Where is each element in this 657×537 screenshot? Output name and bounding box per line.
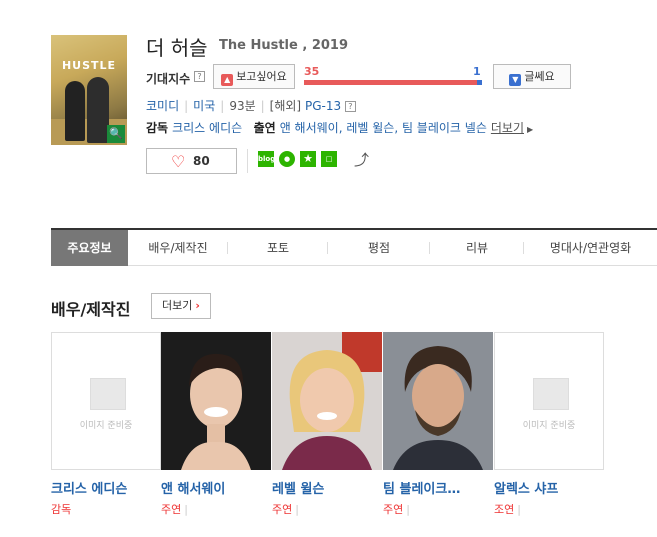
- runtime: 93분: [229, 99, 256, 113]
- person-card[interactable]: 레벨 윌슨 주연 |: [272, 332, 383, 517]
- tab-review[interactable]: 리뷰: [430, 230, 524, 266]
- person-name[interactable]: 팀 블레이크…: [383, 478, 494, 497]
- tab-photo[interactable]: 포토: [228, 230, 328, 266]
- person-card[interactable]: 이미지 준비중 알렉스 샤프 조연 |: [494, 332, 605, 517]
- person-photo: [272, 332, 382, 470]
- rating-prefix: [해외]: [269, 99, 302, 113]
- section-title: 배우/제작진: [51, 300, 131, 319]
- movie-title-english: The Hustle , 2019: [219, 38, 348, 53]
- cast-label: 출연: [253, 121, 276, 135]
- genre-link[interactable]: 코미디: [146, 99, 179, 113]
- tab-cast[interactable]: 배우/제작진: [128, 230, 228, 266]
- person-name[interactable]: 레벨 윌슨: [272, 478, 383, 497]
- person-name[interactable]: 알렉스 샤프: [494, 478, 605, 497]
- divider: [247, 149, 248, 173]
- person-photo: [383, 332, 493, 470]
- thumbs-down-icon: ▼: [509, 74, 522, 86]
- expectation-bar: [304, 80, 482, 85]
- person-card[interactable]: 팀 블레이크… 주연 |: [383, 332, 494, 517]
- country-link[interactable]: 미국: [193, 99, 215, 113]
- rating-link[interactable]: PG-13: [305, 99, 341, 113]
- heart-icon: ♡: [171, 152, 186, 171]
- help-icon[interactable]: ?: [194, 71, 205, 82]
- not-sure-button[interactable]: ▼ 글쎄요: [493, 64, 571, 89]
- blog-share-icon[interactable]: blog: [258, 151, 275, 167]
- tab-main-info[interactable]: 주요정보: [51, 230, 128, 266]
- person-photo: [161, 332, 271, 470]
- poster-figure: [87, 77, 109, 143]
- chevron-right-icon: ▶: [527, 125, 534, 134]
- person-role: 감독: [51, 503, 72, 516]
- person-name[interactable]: 크리스 에디슨: [51, 478, 162, 497]
- poster-title-text: HUSTLE: [61, 59, 117, 72]
- star-share-icon[interactable]: ★: [300, 151, 316, 167]
- thumbs-up-icon: ▲: [221, 74, 234, 86]
- crew-line: 감독 크리스 에디슨 출연 앤 해서웨이, 레벨 윌슨, 팀 블레이크 넬슨 더보기 ▶: [146, 119, 533, 136]
- chevron-right-icon: ›: [195, 299, 200, 312]
- no-count: 1: [473, 65, 481, 78]
- person-role: 조연 |: [494, 503, 521, 516]
- want-count: 35: [304, 65, 320, 78]
- person-card[interactable]: 앤 해서웨이 주연 |: [161, 332, 272, 517]
- like-button[interactable]: ♡ 80: [146, 148, 237, 174]
- tab-rating[interactable]: 평점: [328, 230, 430, 266]
- cast-links[interactable]: 앤 해서웨이, 레벨 윌슨, 팀 블레이크 넬슨: [280, 121, 487, 135]
- no-label: 글쎄요: [524, 70, 555, 83]
- movie-title: 더 허슬: [146, 36, 208, 60]
- tab-quotes[interactable]: 명대사/연관영화: [524, 230, 657, 266]
- director-label: 감독: [146, 121, 169, 135]
- person-name[interactable]: 앤 해서웨이: [161, 478, 272, 497]
- noimage-label: 이미지 준비중: [79, 421, 133, 431]
- want-bar: [304, 80, 477, 85]
- person-role: 주연 |: [383, 503, 410, 516]
- no-bar: [476, 80, 482, 85]
- want-to-see-button[interactable]: ▲ 보고싶어요: [213, 64, 295, 89]
- person-role: 주연 |: [272, 503, 299, 516]
- director-link[interactable]: 크리스 에디슨: [172, 121, 242, 135]
- movie-meta: 코미디 | 미국 | 93분 | [해외] PG-13 ?: [146, 97, 356, 114]
- tab-bar: 주요정보 배우/제작진 포토 평점 리뷰 명대사/연관영화: [51, 228, 657, 266]
- noimage-label: 이미지 준비중: [522, 421, 576, 431]
- person-role: 주연 |: [161, 503, 188, 516]
- expectation-label: 기대지수: [146, 72, 191, 86]
- help-icon[interactable]: ?: [344, 101, 356, 112]
- movie-poster[interactable]: HUSTLE 🔍: [51, 35, 127, 145]
- image-placeholder-icon: [90, 378, 126, 410]
- like-count: 80: [193, 154, 210, 168]
- person-card[interactable]: 이미지 준비중 크리스 에디슨 감독: [51, 332, 162, 517]
- person-photo-placeholder: 이미지 준비중: [494, 332, 604, 470]
- person-photo-placeholder: 이미지 준비중: [51, 332, 161, 470]
- poster-figure: [65, 81, 85, 141]
- cafe-share-icon[interactable]: ●: [279, 151, 295, 167]
- want-label: 보고싶어요: [236, 70, 287, 83]
- band-share-icon[interactable]: □: [321, 151, 337, 167]
- more-link[interactable]: 더보기: [491, 121, 524, 135]
- section-more-button[interactable]: 더보기 ›: [151, 293, 211, 319]
- image-placeholder-icon: [533, 378, 569, 410]
- share-export-icon[interactable]: ⤴: [354, 149, 369, 170]
- zoom-icon[interactable]: 🔍: [107, 125, 125, 143]
